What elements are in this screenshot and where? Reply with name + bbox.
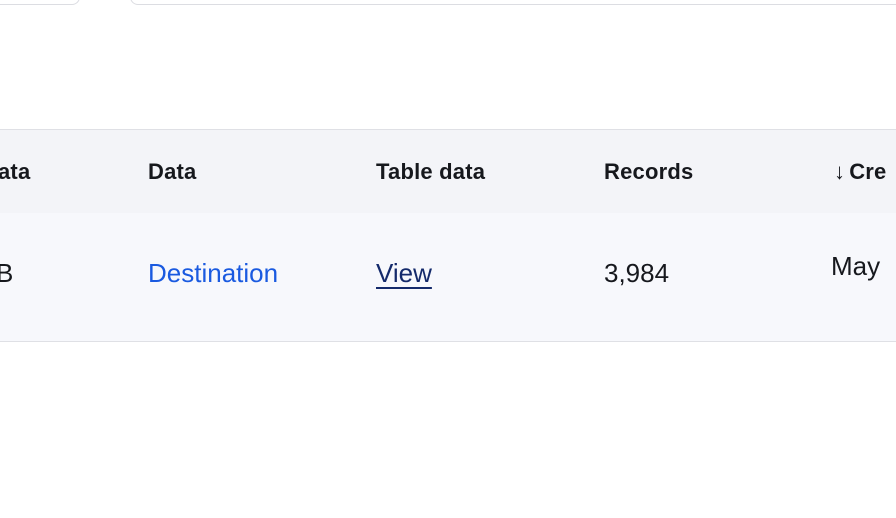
column-header-table-data[interactable]: Table data bbox=[376, 159, 485, 185]
column-header-data[interactable]: Data bbox=[148, 159, 197, 185]
column-header-created-label: Cre bbox=[849, 159, 887, 184]
records-count: 3,984 bbox=[604, 258, 670, 288]
column-header-records[interactable]: Records bbox=[604, 159, 693, 185]
view-link[interactable]: View bbox=[376, 258, 432, 289]
cell-partial: B bbox=[0, 258, 14, 288]
column-header-created[interactable]: ↓ Cre bbox=[834, 159, 887, 185]
created-date: May bbox=[831, 251, 881, 281]
arrow-down-icon: ↓ bbox=[834, 159, 846, 184]
filter-input-left[interactable] bbox=[0, 0, 80, 5]
table-header: ata Data Table data Records ↓ Cre bbox=[0, 130, 896, 213]
table-row: B Destination View 3,984 May bbox=[0, 213, 896, 341]
destination-link[interactable]: Destination bbox=[148, 258, 278, 289]
data-table: ata Data Table data Records ↓ Cre B Desti… bbox=[0, 129, 896, 342]
column-header-partial[interactable]: ata bbox=[0, 159, 30, 185]
search-input[interactable] bbox=[130, 0, 896, 5]
